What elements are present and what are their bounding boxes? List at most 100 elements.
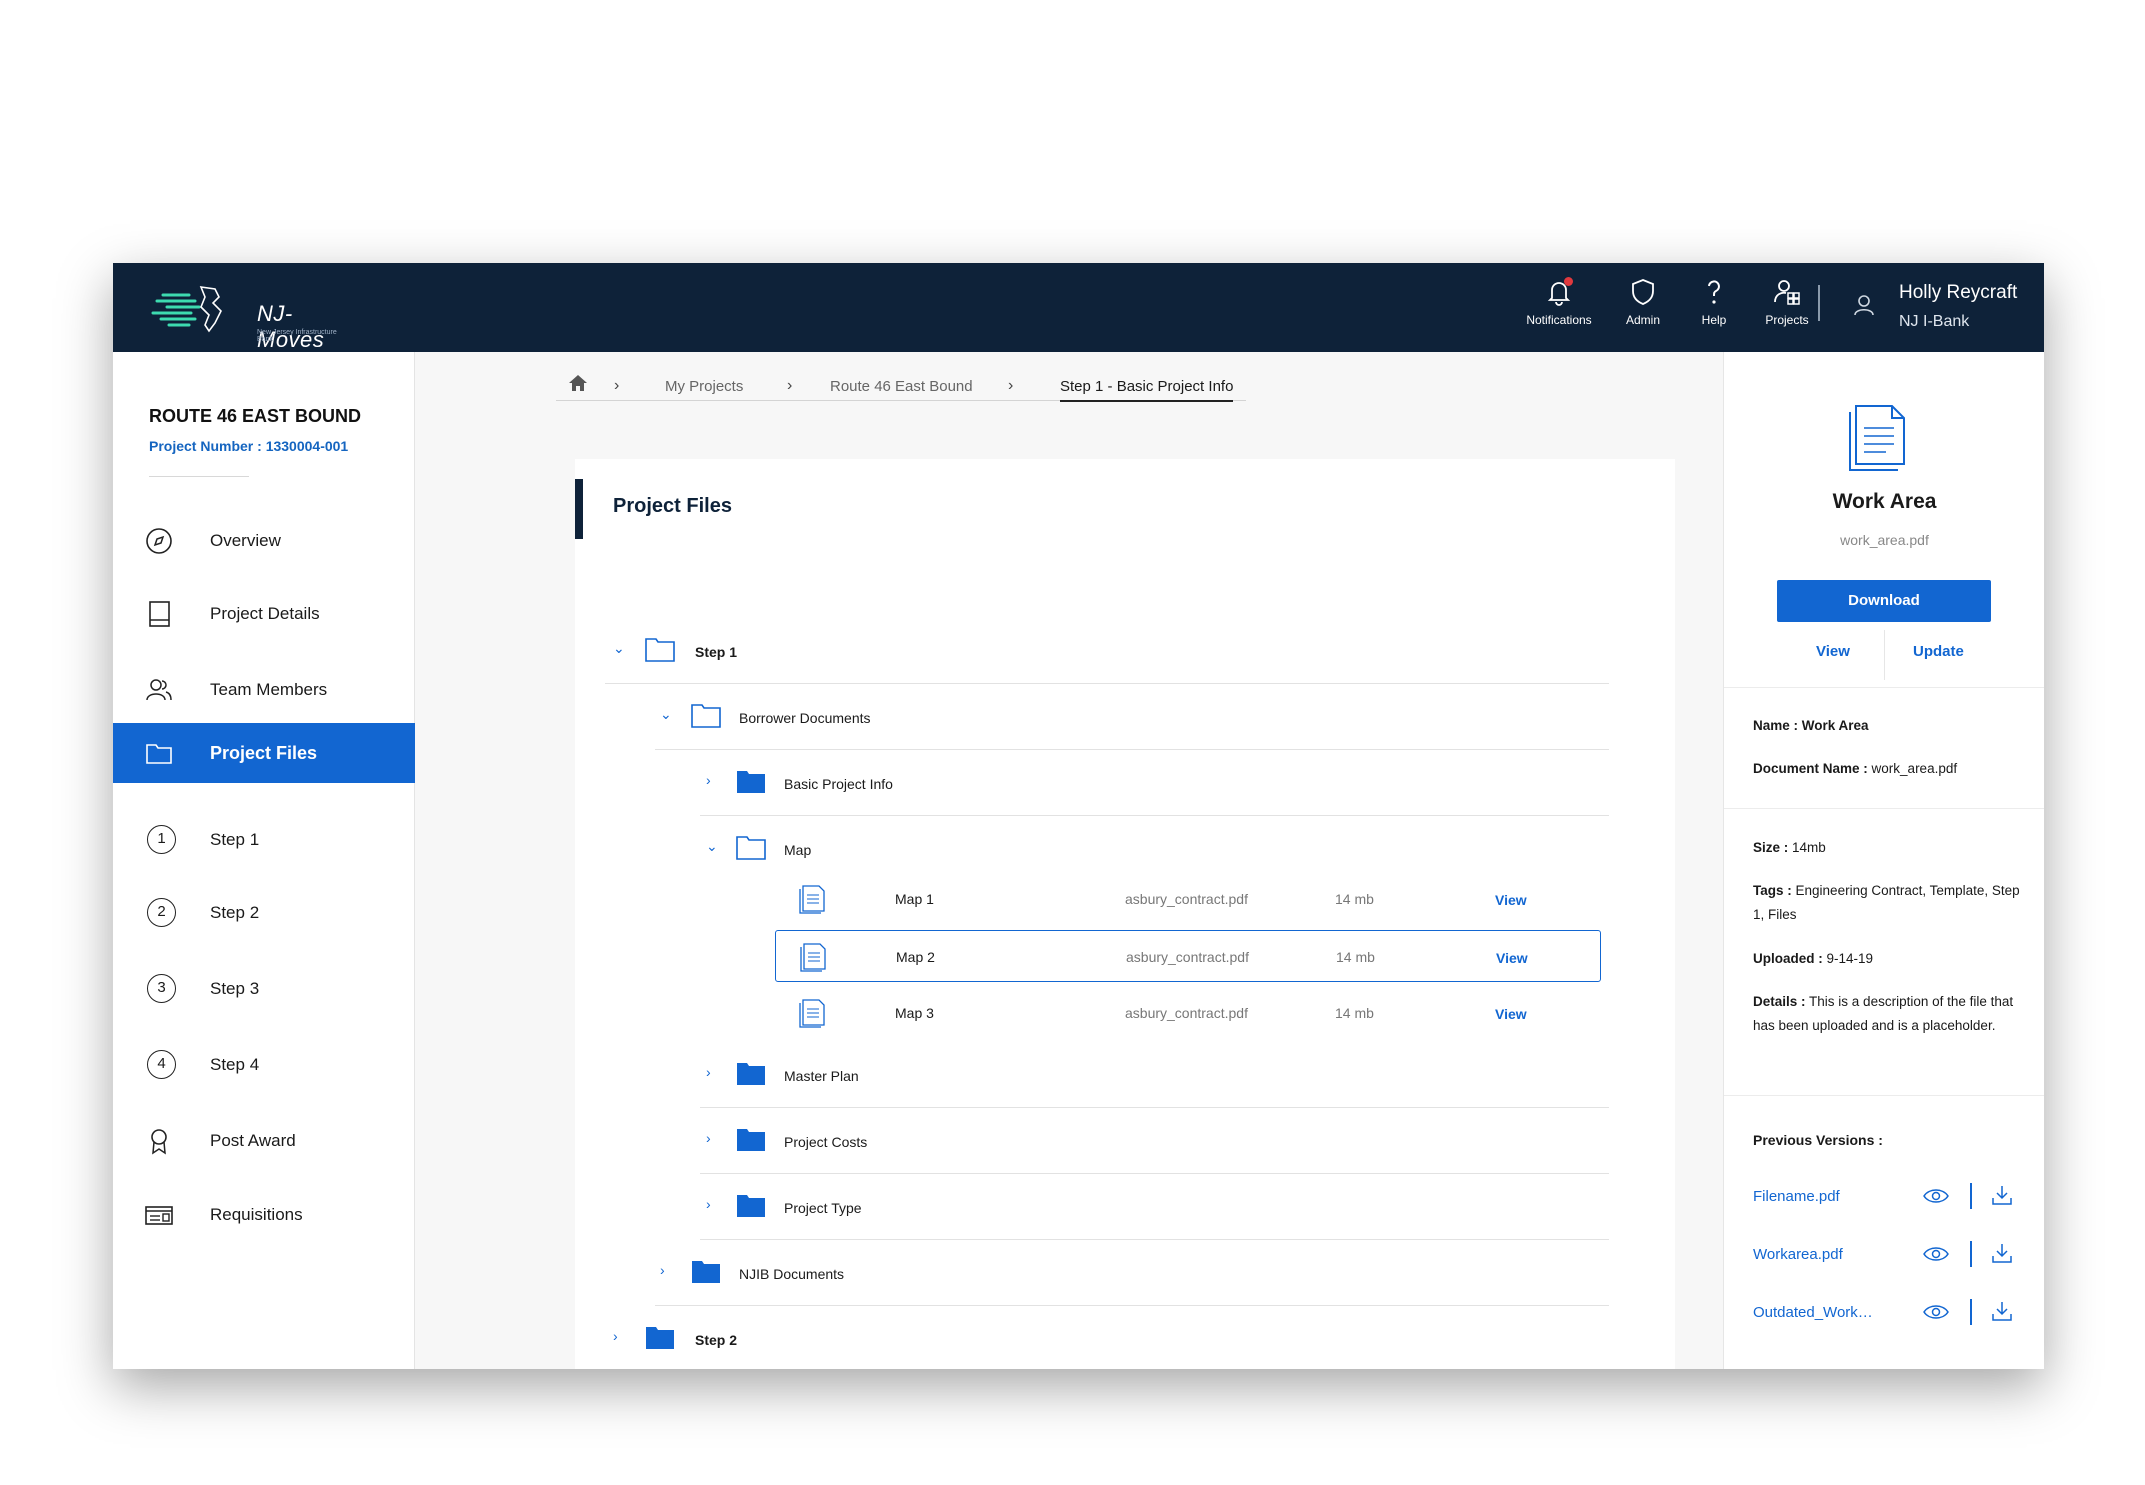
sidebar-item-post-award[interactable]: Post Award [113,1111,415,1171]
tree-row-step-1[interactable]: ⌄ Step 1 [605,618,1609,684]
chevron-right-icon[interactable]: › [660,1262,665,1278]
file-row-map-3[interactable]: Map 3 asbury_contract.pdf 14 mb View [775,987,1601,1039]
version-action-divider [1970,1299,1972,1325]
sidebar-item-overview[interactable]: Overview [113,511,415,571]
previous-version-link[interactable]: Workarea.pdf [1753,1246,1843,1263]
breadcrumb-item[interactable]: Route 46 East Bound [830,378,973,395]
sidebar-item-step-2[interactable]: 2 Step 2 [113,883,415,943]
download-icon[interactable] [1991,1300,2013,1322]
download-icon[interactable] [1991,1242,2013,1264]
sidebar-item-step-3[interactable]: 3 Step 3 [113,959,415,1019]
sidebar-item-requisitions[interactable]: Requisitions [113,1185,415,1245]
sidebar-item-team-members[interactable]: Team Members [113,660,415,720]
tree-label: Project Costs [784,1134,868,1150]
user-icon[interactable] [1853,293,1875,317]
file-path: asbury_contract.pdf [1125,1005,1248,1021]
folder-outline-icon [736,836,766,860]
user-organization: NJ I-Bank [1899,313,1970,330]
breadcrumb-item[interactable]: My Projects [665,378,743,395]
tree-row-master-plan[interactable]: › Master Plan [700,1042,1609,1108]
update-button[interactable]: Update [1913,643,1964,660]
meta-document-name: Document Name : work_area.pdf [1753,757,2023,781]
notifications-button[interactable]: Notifications [1514,277,1604,327]
meta-value: 9-14-19 [1826,951,1874,966]
previous-version-link[interactable]: Filename.pdf [1753,1188,1840,1205]
section-divider [1724,687,2044,688]
chevron-right-icon[interactable]: › [706,1196,711,1212]
file-row-map-2[interactable]: Map 2 asbury_contract.pdf 14 mb View [775,930,1601,982]
project-files-card: Project Files ⌄ Step 1 ⌄ Borrower Docume… [575,459,1675,1369]
file-size: 14 mb [1336,949,1375,965]
step-number-icon: 2 [147,898,176,927]
file-path: asbury_contract.pdf [1125,891,1248,907]
view-button[interactable]: View [1816,643,1850,660]
home-icon[interactable] [568,374,588,392]
chevron-down-icon[interactable]: ⌄ [613,640,625,657]
version-action-divider [1970,1241,1972,1267]
meta-value: 14mb [1792,840,1826,855]
tree-label: Map [784,842,812,858]
tree-row-borrower-documents[interactable]: ⌄ Borrower Documents [655,684,1609,750]
tree-row-basic-project-info[interactable]: › Basic Project Info [700,750,1609,816]
previous-version-item[interactable]: Workarea.pdf [1753,1239,2023,1269]
file-path: asbury_contract.pdf [1126,949,1249,965]
step-number-icon: 3 [147,974,176,1003]
sidebar-item-step-1[interactable]: 1 Step 1 [113,810,415,870]
meta-label: Details : [1753,994,1806,1009]
eye-icon[interactable] [1923,1187,1949,1205]
sidebar-item-step-4[interactable]: 4 Step 4 [113,1035,415,1095]
file-name: Map 2 [896,949,935,965]
folder-filled-icon [737,1195,765,1217]
view-link[interactable]: View [1496,950,1528,966]
eye-icon[interactable] [1923,1303,1949,1321]
chevron-right-icon[interactable]: › [706,772,711,788]
sidebar-item-project-details[interactable]: Project Details [113,584,415,644]
card-accent-bar [575,479,583,539]
sidebar-item-label: Post Award [210,1131,296,1150]
view-link[interactable]: View [1495,892,1527,908]
previous-version-link[interactable]: Outdated_Work… [1753,1304,1873,1321]
file-row-map-1[interactable]: Map 1 asbury_contract.pdf 14 mb View [775,873,1601,925]
award-icon [151,1129,167,1155]
tree-row-project-type[interactable]: › Project Type [700,1174,1609,1240]
previous-version-item[interactable]: Outdated_Work… [1753,1297,2023,1327]
download-icon[interactable] [1991,1184,2013,1206]
meta-value: Work Area [1801,718,1869,733]
nj-map-logo-icon [151,286,222,333]
tree-row-njib-documents[interactable]: › NJIB Documents [655,1240,1609,1306]
previous-version-item[interactable]: Filename.pdf [1753,1181,2023,1211]
chevron-right-icon[interactable]: › [706,1064,711,1080]
tree-row-step-2[interactable]: › Step 2 [605,1306,1609,1369]
sidebar-item-project-files[interactable]: Project Files [113,723,415,783]
chevron-right-icon[interactable]: › [706,1130,711,1146]
file-name: Map 1 [895,891,934,907]
app-window: NJ-Moves New Jersey Infrastructure Bank … [113,263,2044,1369]
question-icon [1708,280,1720,304]
shield-icon [1632,279,1654,305]
tree-row-project-costs[interactable]: › Project Costs [700,1108,1609,1174]
previous-versions-title: Previous Versions : [1753,1132,1883,1148]
sidebar-item-label: Overview [210,531,281,550]
folder-filled-icon [646,1327,674,1349]
download-button[interactable]: Download [1777,580,1991,622]
chevron-down-icon[interactable]: ⌄ [706,838,718,855]
section-divider [1724,1095,2044,1096]
view-link[interactable]: View [1495,1006,1527,1022]
app-logo[interactable]: NJ-Moves New Jersey Infrastructure Bank [149,281,339,352]
chevron-right-icon: › [1008,377,1014,394]
user-name[interactable]: Holly Reycraft [1899,282,2017,304]
meta-label: Size : [1753,840,1789,855]
panel-file-name: work_area.pdf [1840,532,1929,548]
sidebar-item-label: Step 4 [210,1055,260,1074]
panel-file-title: Work Area [1832,490,1937,513]
eye-icon[interactable] [1923,1245,1949,1263]
sidebar-item-label: Step 3 [210,979,260,998]
requisitions-icon [145,1206,173,1225]
notifications-label: Notifications [1526,313,1592,327]
meta-label: Tags : [1753,883,1792,898]
sidebar-item-label: Step 2 [210,903,260,922]
breadcrumb-current[interactable]: Step 1 - Basic Project Info [1060,378,1234,402]
step-number-icon: 1 [147,825,176,854]
chevron-right-icon[interactable]: › [613,1328,618,1344]
chevron-down-icon[interactable]: ⌄ [660,706,672,723]
